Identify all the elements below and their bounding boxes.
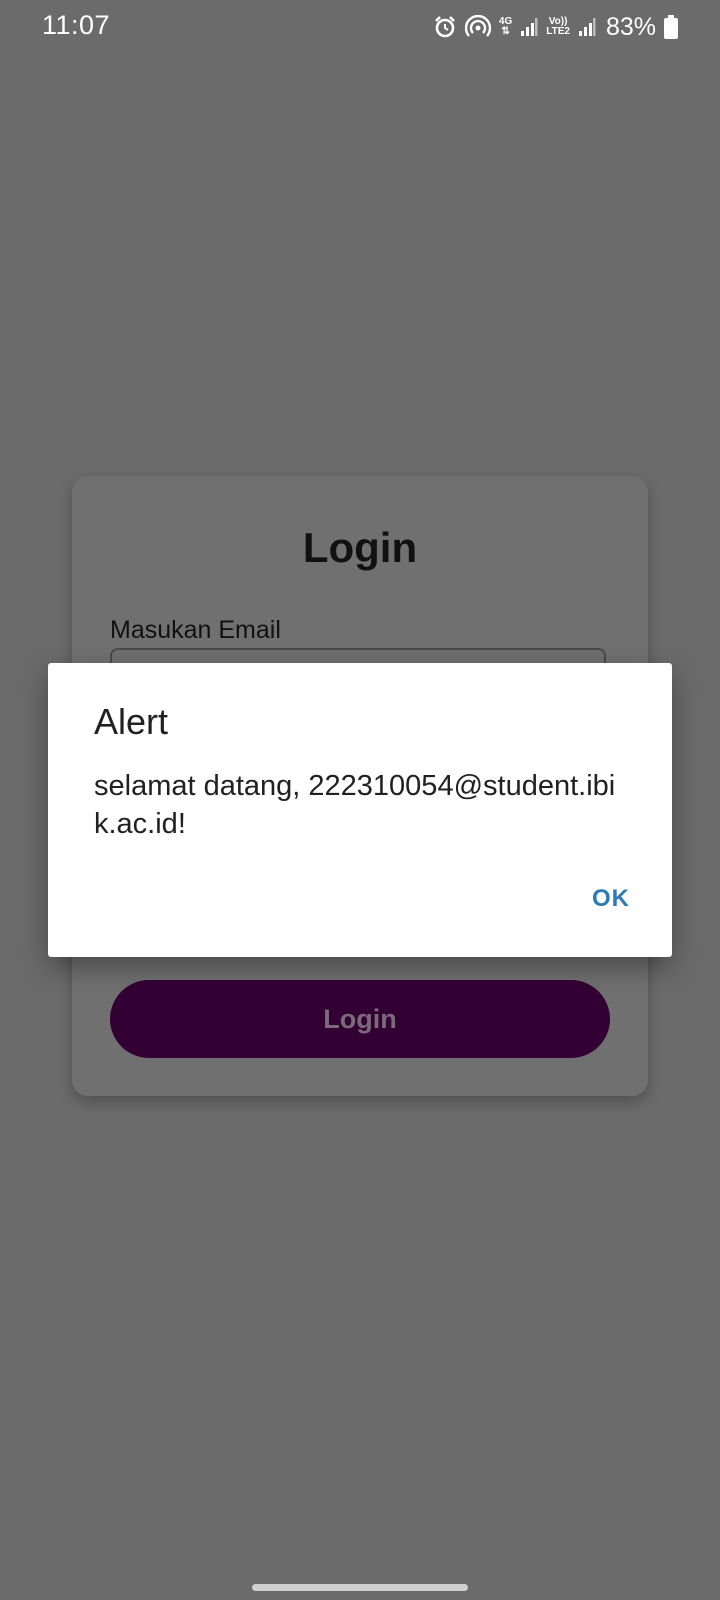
volte-label: Vo)) LTE2 xyxy=(546,17,570,37)
login-title: Login xyxy=(302,524,418,571)
signal-icon xyxy=(578,17,596,37)
data-arrows-icon: ⇅ xyxy=(501,26,510,37)
battery-icon xyxy=(664,15,678,39)
alert-title: Alert xyxy=(94,701,169,742)
status-time: 11:07 xyxy=(42,10,111,40)
email-label: Masukan Email xyxy=(110,616,281,644)
alert-dialog: Alert selamat datang, 222310054@student.… xyxy=(48,663,672,957)
alert-message: selamat datang, 222310054@student.ibik.a… xyxy=(94,770,616,840)
login-button[interactable]: Login xyxy=(110,980,610,1058)
alarm-icon xyxy=(433,15,457,39)
status-icons: 4G ⇅ Vo)) LTE2 83% xyxy=(433,12,678,42)
ok-button[interactable]: OK xyxy=(592,885,630,913)
network-type-label: 4G ⇅ xyxy=(499,17,512,37)
home-gesture-bar[interactable] xyxy=(252,1584,468,1591)
signal-icon xyxy=(520,17,538,37)
volte-text-bottom: LTE2 xyxy=(546,26,570,37)
battery-percent: 83% xyxy=(605,12,656,41)
status-bar: 11:07 4G ⇅ Vo)) LTE2 83% xyxy=(0,0,720,56)
hotspot-icon xyxy=(464,15,491,39)
